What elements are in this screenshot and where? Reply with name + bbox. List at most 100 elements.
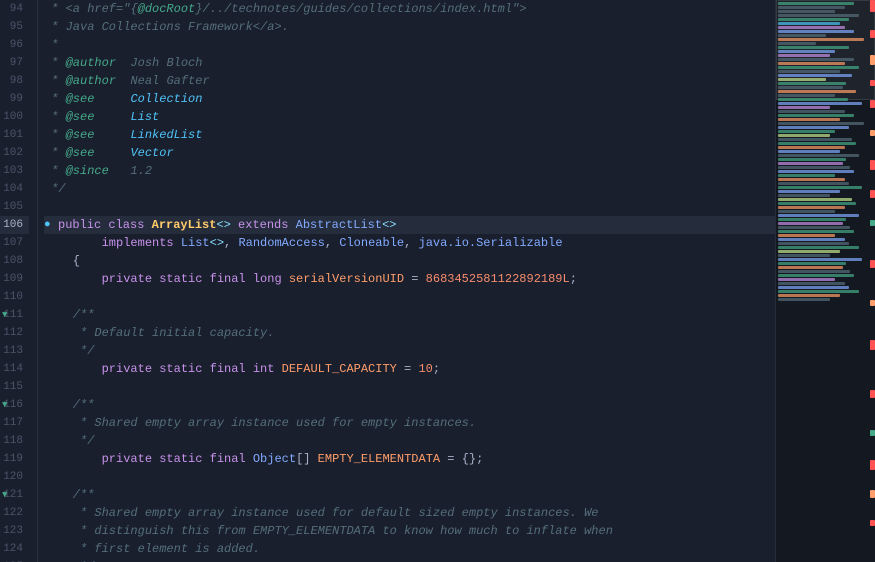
code-line-98: * @author Neal Gafter <box>44 72 775 90</box>
code-text: */ <box>44 432 94 450</box>
line-110: 110 <box>0 288 29 306</box>
minimap-error-8 <box>870 340 875 350</box>
code-line-116: /** <box>44 396 775 414</box>
code-text: = {}; <box>440 450 483 468</box>
code-line-105 <box>44 198 775 216</box>
line-105: 105 <box>0 198 29 216</box>
code-text: private static final long <box>102 270 289 288</box>
gutter-icon-106[interactable]: ● <box>44 216 58 234</box>
minimap-error-5 <box>870 160 875 170</box>
code-text: serialVersionUID <box>289 270 404 288</box>
code-text: * Java Collections Framework</a>. <box>44 18 289 36</box>
code-text: <> <box>382 216 396 234</box>
line-103: 103 <box>0 162 29 180</box>
code-text: DEFAULT_CAPACITY <box>282 360 397 378</box>
code-line-123: * distinguish this from EMPTY_ELEMENTDAT… <box>44 522 775 540</box>
code-line-110 <box>44 288 775 306</box>
minimap-warning-2 <box>870 130 875 136</box>
code-line-115 <box>44 378 775 396</box>
code-line-119: private static final Object[] EMPTY_ELEM… <box>44 450 775 468</box>
line-107: 107 <box>0 234 29 252</box>
line-96: 96 <box>0 36 29 54</box>
code-area: 94 95 96 97 98 99 100 101 102 103 104 10… <box>0 0 775 562</box>
minimap[interactable] <box>775 0 875 562</box>
line-114: 114 <box>0 360 29 378</box>
line-115: 115 <box>0 378 29 396</box>
minimap-error-1 <box>870 0 875 12</box>
code-text: /** <box>44 396 94 414</box>
code-text: * @author Neal Gafter <box>44 72 210 90</box>
minimap-error-3 <box>870 80 875 86</box>
code-line-120 <box>44 468 775 486</box>
line-123: 123 <box>0 522 29 540</box>
code-line-117: * Shared empty array instance used for e… <box>44 414 775 432</box>
line-94: 94 <box>0 0 29 18</box>
line-121: ▼121 <box>0 486 29 504</box>
code-text: extends <box>231 216 296 234</box>
code-text: = <box>404 270 426 288</box>
code-text: * Shared empty array instance used for e… <box>44 414 476 432</box>
line-97: 97 <box>0 54 29 72</box>
code-text: private static final <box>102 450 253 468</box>
code-text: public class <box>58 216 152 234</box>
minimap-error-11 <box>870 520 875 526</box>
code-line-113: */ <box>44 342 775 360</box>
code-text: /** <box>44 486 94 504</box>
code-text: Object <box>253 450 296 468</box>
code-text <box>44 450 102 468</box>
code-lines[interactable]: * <a href="{@docRoot}/../technotes/guide… <box>38 0 775 562</box>
code-line-95: * Java Collections Framework</a>. <box>44 18 775 36</box>
code-line-124: * first element is added. <box>44 540 775 558</box>
code-text <box>44 234 102 252</box>
line-99: 99 <box>0 90 29 108</box>
code-text: * @author Josh Bloch <box>44 54 202 72</box>
minimap-info-2 <box>870 430 875 436</box>
line-125: 125 <box>0 558 29 562</box>
code-line-114: private static final int DEFAULT_CAPACIT… <box>44 360 775 378</box>
code-line-97: * @author Josh Bloch <box>44 54 775 72</box>
main-editor: 94 95 96 97 98 99 100 101 102 103 104 10… <box>0 0 775 562</box>
code-text: * Default initial capacity. <box>44 324 274 342</box>
code-line-109: private static final long serialVersionU… <box>44 270 775 288</box>
code-text: * distinguish this from EMPTY_ELEMENTDAT… <box>44 522 613 540</box>
code-text: java.io.Serializable <box>419 234 563 252</box>
code-line-102: * @see Vector <box>44 144 775 162</box>
code-text: { <box>44 252 80 270</box>
code-line-106: ● public class ArrayList <> extends Abstr… <box>44 216 775 234</box>
code-line-103: * @since 1.2 <box>44 162 775 180</box>
code-line-100: * @see List <box>44 108 775 126</box>
code-text: AbstractList <box>296 216 382 234</box>
code-line-125: */ <box>44 558 775 562</box>
line-124: 124 <box>0 540 29 558</box>
code-text: , <box>404 234 418 252</box>
line-120: 120 <box>0 468 29 486</box>
line-118: 118 <box>0 432 29 450</box>
code-text: * @see Collection <box>44 90 202 108</box>
code-text: 10 <box>418 360 432 378</box>
code-text: * @since 1.2 <box>44 162 152 180</box>
code-text: , <box>224 234 238 252</box>
line-102: 102 <box>0 144 29 162</box>
line-112: 112 <box>0 324 29 342</box>
line-104: 104 <box>0 180 29 198</box>
code-text: 8683452581122892189L <box>426 270 570 288</box>
code-line-121: /** <box>44 486 775 504</box>
code-text: * <a href="{@docRoot}/../technotes/guide… <box>44 0 527 18</box>
line-113: 113 <box>0 342 29 360</box>
code-text <box>44 360 102 378</box>
code-text: ; <box>570 270 577 288</box>
code-text: ; <box>433 360 440 378</box>
code-text: * @see LinkedList <box>44 126 202 144</box>
line-111: ▼111 <box>0 306 29 324</box>
minimap-error-7 <box>870 260 875 268</box>
code-text: [] <box>296 450 318 468</box>
line-109: 109 <box>0 270 29 288</box>
code-line-104: */ <box>44 180 775 198</box>
code-text: ArrayList <box>152 216 217 234</box>
line-106: 106 <box>0 216 29 234</box>
code-text: * Shared empty array instance used for d… <box>44 504 599 522</box>
code-text: */ <box>44 342 94 360</box>
code-line-99: * @see Collection <box>44 90 775 108</box>
code-line-101: * @see LinkedList <box>44 126 775 144</box>
line-122: 122 <box>0 504 29 522</box>
